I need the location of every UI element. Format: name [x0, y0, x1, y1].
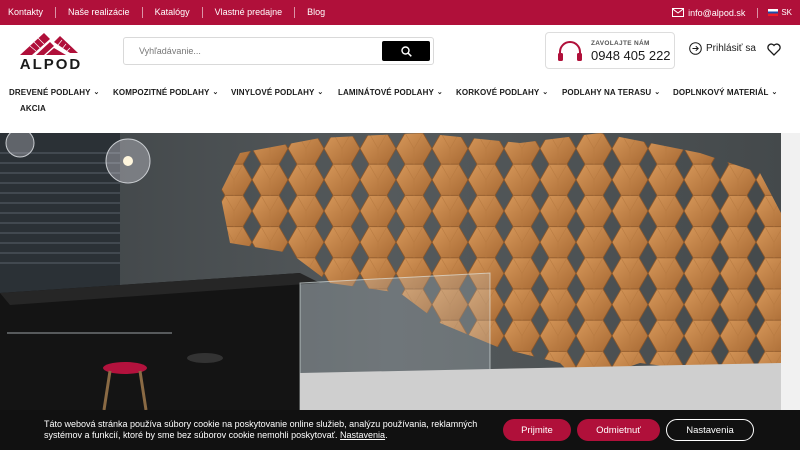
headset-icon [558, 41, 582, 61]
language-label: SK [781, 8, 792, 17]
top-link-catalogs[interactable]: Katalógy [143, 7, 203, 18]
nav-sale[interactable]: AKCIA [20, 104, 46, 113]
cookie-settings-link[interactable]: Nastavenia [340, 430, 385, 440]
slovak-flag-icon [768, 9, 779, 16]
chevron-down-icon: ⌄ [436, 88, 443, 96]
nav-terrace-floors[interactable]: PODLAHY NA TERASU ⌄ [562, 88, 660, 97]
top-link-realizations[interactable]: Naše realizácie [56, 7, 143, 18]
nav-composite-floors[interactable]: KOMPOZITNÉ PODLAHY ⌄ [113, 88, 218, 97]
nav-label: KORKOVÉ PODLAHY [456, 88, 540, 97]
chevron-down-icon: ⌄ [542, 88, 549, 96]
header: ALPOD ZAVOLAJTE NÁM 0948 405 222 Prihlás… [0, 25, 800, 79]
chevron-down-icon: ⌄ [771, 88, 778, 96]
top-link-blog[interactable]: Blog [295, 7, 337, 18]
login-icon [689, 42, 702, 55]
nav-label: KOMPOZITNÉ PODLAHY [113, 88, 210, 97]
wishlist-heart-icon[interactable] [767, 43, 781, 56]
login-button[interactable]: Prihlásiť sa [689, 42, 756, 55]
search-icon [400, 45, 412, 57]
nav-label: DREVENÉ PODLAHY [9, 88, 91, 97]
mail-icon [672, 8, 685, 17]
login-label: Prihlásiť sa [706, 43, 756, 54]
email-text: info@alpod.sk [688, 7, 746, 18]
chevron-down-icon: ⌄ [654, 88, 661, 96]
nav-wood-floors[interactable]: DREVENÉ PODLAHY ⌄ [9, 88, 99, 97]
email-link[interactable]: info@alpod.sk [672, 7, 759, 18]
nav-accessories[interactable]: DOPLNKOVÝ MATERIÁL ⌄ [673, 88, 777, 97]
cookie-banner: Táto webová stránka používa súbory cooki… [0, 410, 800, 450]
nav-label: PODLAHY NA TERASU [562, 88, 652, 97]
cookie-text-block: Táto webová stránka používa súbory cooki… [44, 419, 478, 440]
hero-interior-photo [0, 133, 781, 410]
phone-number: 0948 405 222 [591, 48, 671, 63]
logo[interactable]: ALPOD [10, 31, 92, 75]
top-links: Kontakty Naše realizácie Katalógy Vlastn… [0, 0, 337, 25]
main-navigation: DREVENÉ PODLAHY ⌄ KOMPOZITNÉ PODLAHY ⌄ VIN… [0, 84, 800, 120]
chevron-down-icon: ⌄ [212, 88, 219, 96]
top-bar: Kontakty Naše realizácie Katalógy Vlastn… [0, 0, 800, 25]
call-us-label: ZAVOLAJTE NÁM [591, 40, 650, 47]
nav-cork-floors[interactable]: KORKOVÉ PODLAHY ⌄ [456, 88, 548, 97]
cookie-reject-button[interactable]: Odmietnuť [577, 419, 660, 441]
cookie-accept-button[interactable]: Prijmite [503, 419, 571, 441]
cookie-settings-button[interactable]: Nastavenia [666, 419, 754, 441]
logo-roof-icon [20, 33, 78, 55]
search-bar [123, 37, 434, 65]
search-input[interactable] [124, 38, 382, 64]
nav-label: DOPLNKOVÝ MATERIÁL [673, 88, 769, 97]
nav-label: AKCIA [20, 104, 46, 113]
call-us-box[interactable]: ZAVOLAJTE NÁM 0948 405 222 [545, 32, 675, 69]
logo-text: ALPOD [19, 56, 83, 73]
page-scroll-area [781, 133, 800, 410]
top-link-contacts[interactable]: Kontakty [0, 7, 57, 18]
chevron-down-icon: ⌄ [317, 88, 324, 96]
language-selector[interactable]: SK [768, 8, 792, 17]
chevron-down-icon: ⌄ [93, 88, 100, 96]
search-button[interactable] [382, 41, 430, 61]
nav-label: LAMINÁTOVÉ PODLAHY [338, 88, 434, 97]
cookie-message: Táto webová stránka používa súbory cooki… [44, 419, 478, 440]
nav-vinyl-floors[interactable]: VINYLOVÉ PODLAHY ⌄ [231, 88, 323, 97]
nav-label: VINYLOVÉ PODLAHY [231, 88, 315, 97]
top-link-stores[interactable]: Vlastné predajne [203, 7, 296, 18]
hero-banner-image[interactable] [0, 133, 781, 410]
nav-laminate-floors[interactable]: LAMINÁTOVÉ PODLAHY ⌄ [338, 88, 443, 97]
